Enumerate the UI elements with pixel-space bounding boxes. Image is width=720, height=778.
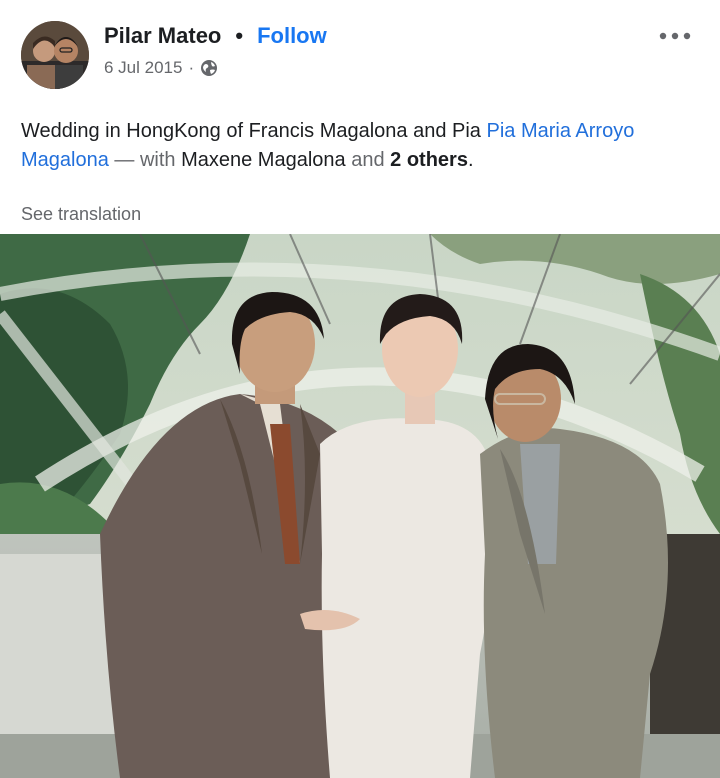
post-photo[interactable] — [0, 234, 720, 778]
name-separator: • — [235, 23, 244, 48]
see-translation-link[interactable]: See translation — [21, 204, 141, 225]
caption-end: . — [467, 149, 474, 171]
with-text: — with — [108, 149, 182, 171]
post-date[interactable]: 6 Jul 2015 — [104, 58, 182, 78]
more-options-button[interactable] — [654, 24, 696, 48]
others-link[interactable]: 2 others — [390, 149, 468, 171]
author-name[interactable]: Pilar Mateo — [104, 23, 221, 49]
author-line: Pilar Mateo • Follow — [104, 21, 327, 51]
post-header: Pilar Mateo • Follow 6 Jul 2015 · — [0, 0, 720, 100]
and-text: and — [345, 149, 391, 171]
meta-separator: · — [188, 58, 195, 77]
post-caption: Wedding in HongKong of Francis Magalona … — [21, 117, 701, 175]
caption-text: Wedding in HongKong of Francis Magalona … — [21, 120, 487, 142]
globe-icon — [200, 59, 218, 77]
author-avatar[interactable] — [21, 21, 89, 89]
tagged-person-link-2[interactable]: Maxene Magalona — [181, 149, 346, 171]
more-options-icon — [659, 32, 691, 40]
follow-button[interactable]: Follow — [257, 23, 327, 49]
post-meta: 6 Jul 2015 · — [104, 56, 218, 80]
